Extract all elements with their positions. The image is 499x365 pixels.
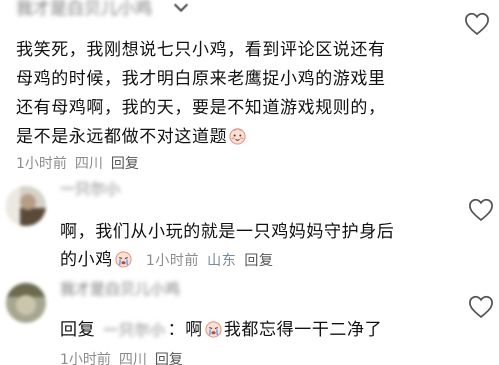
comment1-line3: 还有母鸡啊，我的天，要是不知道游戏规则的， xyxy=(16,98,386,118)
comment1-line4-wrap: 是不是永远都做不对这道题 xyxy=(16,123,248,152)
comment2-author[interactable]: 一只尔小 xyxy=(60,178,120,199)
comment3-like-heart-icon[interactable] xyxy=(467,293,495,321)
crying-face-emoji-icon xyxy=(205,321,222,338)
comment2-location: 山东 xyxy=(207,253,237,269)
comment3-reply-prefix: 回复 xyxy=(60,320,96,340)
comment3-text-before-emoji: ：啊 xyxy=(167,320,203,340)
comment3-meta: 1小时前 四川 回复 xyxy=(60,349,191,365)
comment2-time: 1小时前 xyxy=(145,253,200,269)
comment2-line2-wrap: 的小鸡 1小时前 山东 回复 xyxy=(60,246,282,276)
comment1-time: 1小时前 xyxy=(16,156,67,172)
comment3-reply-button[interactable]: 回复 xyxy=(155,352,183,365)
comment1-meta: 1小时前 四川 回复 xyxy=(16,153,147,173)
comment1-line4: 是不是永远都做不对这道题 xyxy=(16,127,228,147)
comment2-reply-button[interactable]: 回复 xyxy=(244,253,273,269)
comment1-reply-button[interactable]: 回复 xyxy=(111,156,139,172)
comment3-author[interactable]: 我才是白贝儿小鸡 xyxy=(60,278,180,299)
comment1-line2: 母鸡的时候，我才明白原来老鹰捉小鸡的游戏里 xyxy=(16,69,386,89)
comment2-line1: 啊，我们从小玩的就是一只鸡妈妈守护身后 xyxy=(60,222,395,242)
comment3-avatar[interactable] xyxy=(6,283,46,323)
comment1-line1: 我笑死，我刚想说七只小鸡，看到评论区说还有 xyxy=(16,40,386,60)
chevron-icon xyxy=(173,0,189,13)
blush-face-emoji-icon xyxy=(229,128,246,145)
comments-screen: 我才是白贝儿小鸡 我笑死，我刚想说七只小鸡，看到评论区说还有 母鸡的时候，我才明… xyxy=(0,0,499,365)
comment2-meta: 1小时前 山东 回复 xyxy=(146,253,282,269)
comment1-like-heart-icon[interactable] xyxy=(463,10,491,38)
comment3-reply-target[interactable]: 一只尔小 xyxy=(103,321,165,339)
comment3-location: 四川 xyxy=(118,352,147,365)
comment2-avatar[interactable] xyxy=(6,186,46,226)
comment1-location: 四川 xyxy=(74,156,103,172)
comment2-like-heart-icon[interactable] xyxy=(467,196,495,224)
crying-face-emoji-icon xyxy=(115,251,132,268)
comment2-line2: 的小鸡 xyxy=(60,250,113,270)
comment3-text-after-emoji: 我都忘得一干二净了 xyxy=(223,320,383,340)
comment1-author[interactable]: 我才是白贝儿小鸡 xyxy=(16,0,152,19)
comment3-time: 1小时前 xyxy=(60,352,111,365)
comment3-text-wrap: 回复 一只尔小 ：啊 我都忘得一干二净了 xyxy=(60,316,382,345)
